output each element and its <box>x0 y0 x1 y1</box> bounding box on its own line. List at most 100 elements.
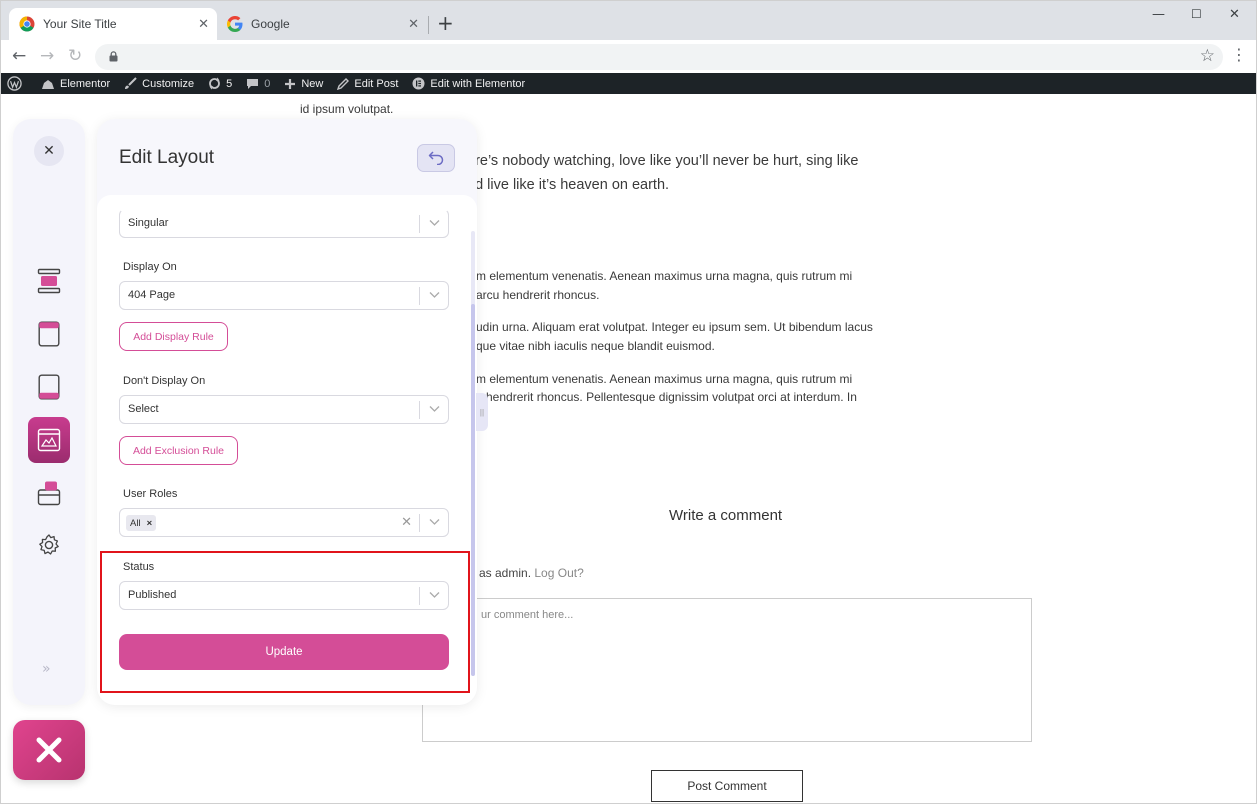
chrome-icon <box>19 16 35 32</box>
admin-bar-label: New <box>301 77 324 90</box>
browser-tab-bar: Your Site Title ✕ Google ✕ + — ☐ ✕ <box>1 1 1256 40</box>
admin-bar-label: Elementor <box>60 77 111 90</box>
new-tab-icon[interactable]: + <box>437 11 454 35</box>
select-value: Select <box>128 403 159 415</box>
status-highlight-box <box>100 551 470 693</box>
wordpress-icon <box>7 76 22 91</box>
body-text: que vitae nibh iaculis neque blandit eui… <box>476 339 715 353</box>
close-icon[interactable]: ✕ <box>34 136 64 166</box>
screen: Your Site Title ✕ Google ✕ + — ☐ ✕ ← → ↻ <box>0 0 1257 804</box>
logged-in-text: as admin. <box>479 566 532 580</box>
admin-bar-comments[interactable]: 0 <box>246 78 270 90</box>
body-text: arcu hendrerit rhoncus. <box>476 288 600 302</box>
dont-display-on-select[interactable]: Select <box>119 395 449 424</box>
forward-arrow-icon[interactable]: → <box>40 46 54 66</box>
logged-in-notice: as admin. Log Out? <box>479 566 584 580</box>
bookmark-star-icon[interactable]: ☆ <box>1200 46 1215 66</box>
wp-admin-bar: Elementor Customize 5 0 New Edit Post Ed… <box>1 73 1256 94</box>
pencil-icon <box>337 77 350 90</box>
tab-your-site-title[interactable]: Your Site Title ✕ <box>9 8 217 40</box>
admin-bar-elementor[interactable]: Elementor <box>41 78 110 90</box>
admin-bar-label: Customize <box>142 77 195 90</box>
chevron-down-icon <box>429 519 440 525</box>
body-text: u hendrerit rhoncus. Pellentesque dignis… <box>476 390 857 404</box>
header-template-icon[interactable] <box>29 314 69 354</box>
clear-selection-icon[interactable]: ✕ <box>401 515 412 530</box>
updates-icon <box>209 77 221 90</box>
add-exclusion-rule-button[interactable]: Add Exclusion Rule <box>119 436 238 465</box>
footer-template-icon[interactable] <box>29 367 69 407</box>
select-divider <box>419 401 420 419</box>
plugin-logo[interactable] <box>13 720 85 780</box>
settings-gear-icon[interactable] <box>29 525 69 565</box>
admin-bar-new[interactable]: New <box>284 78 323 90</box>
x-logo-icon <box>36 737 62 763</box>
popup-template-icon[interactable] <box>29 473 69 513</box>
display-on-select[interactable]: 404 Page <box>119 281 449 310</box>
select-divider <box>419 287 420 305</box>
admin-bar-edit-post[interactable]: Edit Post <box>337 78 398 90</box>
elementor-circle-icon <box>412 77 425 90</box>
plus-icon <box>285 78 296 89</box>
minimize-icon[interactable]: — <box>1152 7 1165 22</box>
select-divider <box>419 215 420 233</box>
scrollbar-thumb[interactable] <box>471 304 475 676</box>
role-tag-label: All <box>130 517 141 529</box>
admin-bar-customize[interactable]: Customize <box>124 77 194 90</box>
maximize-icon[interactable]: ☐ <box>1191 7 1202 21</box>
body-text: m elementum venenatis. Aenean maximus ur… <box>476 269 853 283</box>
user-roles-select[interactable]: All × ✕ <box>119 508 449 537</box>
panel-resize-handle[interactable]: || <box>476 393 488 431</box>
display-on-label: Display On <box>123 261 177 273</box>
quote-line: nd live like it’s heaven on earth. <box>467 177 670 193</box>
browser-menu-icon[interactable]: ⋮ <box>1231 45 1247 64</box>
select-value: Singular <box>128 217 169 229</box>
tab-title: Google <box>251 17 290 31</box>
tab-google[interactable]: Google ✕ <box>217 8 427 40</box>
layout-sidebar-rail: ✕ » <box>13 119 85 705</box>
remove-tag-icon[interactable]: × <box>147 518 153 529</box>
select-value: 404 Page <box>128 289 176 301</box>
admin-bar-wordpress[interactable] <box>7 76 27 91</box>
role-tag: All × <box>126 515 157 531</box>
comment-icon <box>247 78 259 89</box>
brush-icon <box>125 77 137 89</box>
tab-title: Your Site Title <box>43 17 117 31</box>
chevron-down-icon <box>429 220 440 226</box>
admin-bar-label: 5 <box>226 77 233 90</box>
user-roles-label: User Roles <box>123 488 178 500</box>
post-comment-button[interactable]: Post Comment <box>651 770 803 802</box>
address-toolbar: ← → ↻ ☆ ⋮ <box>1 40 1256 73</box>
back-button[interactable] <box>417 144 455 172</box>
admin-bar-updates[interactable]: 5 <box>208 77 232 90</box>
tab-separator <box>428 16 429 34</box>
comment-textarea[interactable]: ur comment here... <box>422 598 1032 742</box>
body-text: udin urna. Aliquam erat volutpat. Intege… <box>476 320 873 334</box>
omnibox[interactable]: ☆ <box>95 44 1223 70</box>
quote-line: ere’s nobody watching, love like you’ll … <box>467 153 859 169</box>
select-divider <box>419 514 420 532</box>
close-tab-icon[interactable]: ✕ <box>198 16 209 32</box>
admin-bar-label: Edit with Elementor <box>430 77 526 90</box>
comment-heading: Write a comment <box>669 507 783 524</box>
admin-bar-edit-with-elementor[interactable]: Edit with Elementor <box>412 77 525 90</box>
elementor-icon <box>42 79 54 89</box>
comment-placeholder: ur comment here... <box>481 609 574 621</box>
reload-icon[interactable]: ↻ <box>68 46 82 66</box>
back-arrow-icon[interactable]: ← <box>12 46 26 66</box>
window-close-icon[interactable]: ✕ <box>1229 7 1240 22</box>
expand-chevron-icon[interactable]: » <box>42 661 51 677</box>
single-layout-icon[interactable] <box>28 417 70 463</box>
add-display-rule-button[interactable]: Add Display Rule <box>119 322 228 351</box>
google-icon <box>227 16 243 32</box>
body-text: m elementum venenatis. Aenean maximus ur… <box>476 372 853 386</box>
header-layout-icon[interactable] <box>29 261 69 301</box>
logout-link[interactable]: Log Out? <box>534 566 583 580</box>
panel-title: Edit Layout <box>119 147 215 168</box>
dont-display-on-label: Don't Display On <box>123 375 206 387</box>
admin-bar-label: Edit Post <box>354 77 399 90</box>
condition-select[interactable]: Singular <box>119 209 449 238</box>
undo-arrow-icon <box>428 151 444 165</box>
close-tab-icon[interactable]: ✕ <box>408 16 419 32</box>
admin-bar-label: 0 <box>264 77 271 90</box>
